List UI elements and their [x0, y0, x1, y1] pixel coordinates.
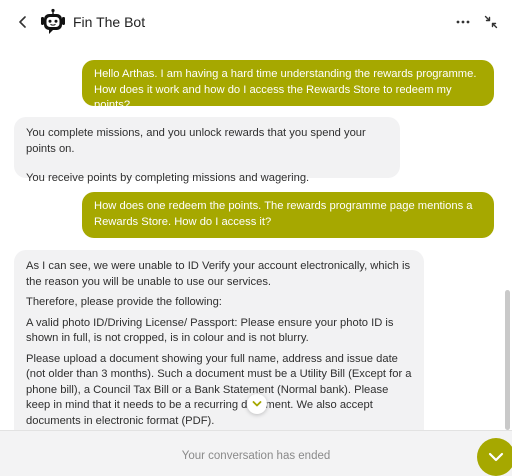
- message-text: You complete missions, and you unlock re…: [26, 127, 366, 155]
- user-message: Hello Arthas. I am having a hard time un…: [82, 60, 494, 111]
- collapse-arrows-icon: [484, 15, 498, 29]
- message-list: Hello Arthas. I am having a hard time un…: [0, 44, 512, 430]
- chat-header: Fin The Bot: [0, 0, 512, 44]
- scrollbar-thumb[interactable]: [505, 290, 510, 430]
- chevron-left-icon: [19, 16, 26, 28]
- message-text: Please upload a document showing your fu…: [26, 352, 412, 427]
- message-text: Hello Arthas. I am having a hard time un…: [94, 68, 477, 111]
- back-button[interactable]: [14, 12, 32, 32]
- message-text: As I can see, we were unable to ID Verif…: [26, 260, 411, 288]
- message-text: A valid photo ID/Driving License/ Passpo…: [26, 316, 394, 345]
- bot-message: You complete missions, and you unlock re…: [14, 117, 400, 184]
- more-options-button[interactable]: [454, 14, 472, 30]
- bot-message: As I can see, we were unable to ID Verif…: [14, 250, 424, 430]
- more-horizontal-icon: [456, 20, 470, 24]
- message-text: You receive points by completing mission…: [26, 172, 310, 184]
- conversation-ended-text: Your conversation has ended: [181, 450, 331, 462]
- user-message: How does one redeem the points. The rewa…: [82, 192, 494, 238]
- scroll-to-bottom-button[interactable]: [247, 394, 267, 414]
- collapse-button[interactable]: [482, 13, 500, 31]
- close-chat-button[interactable]: [477, 438, 512, 476]
- chat-title: Fin The Bot: [73, 14, 146, 30]
- chat-footer: Your conversation has ended: [0, 430, 512, 476]
- robot-icon: [41, 8, 65, 34]
- chevron-down-icon: [252, 401, 262, 407]
- message-text: How does one redeem the points. The rewa…: [94, 200, 473, 228]
- message-text: Therefore, please provide the following:: [26, 296, 222, 308]
- chevron-down-icon: [488, 452, 504, 462]
